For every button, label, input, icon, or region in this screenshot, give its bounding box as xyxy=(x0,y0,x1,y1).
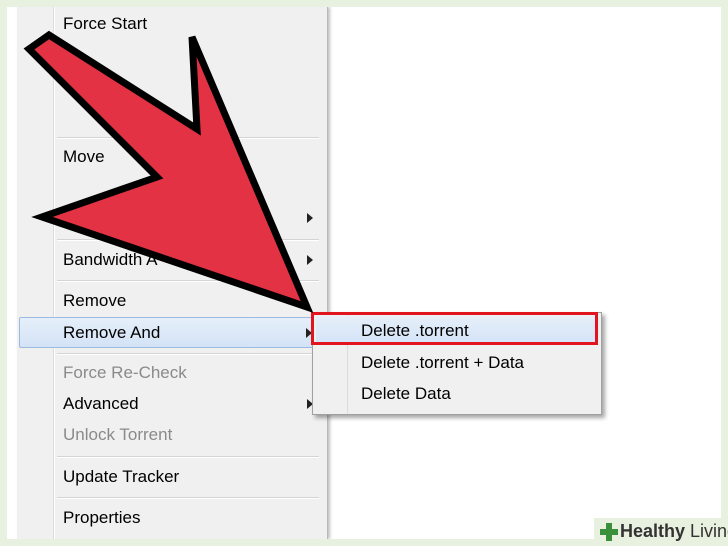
screenshot-frame: Force Start Move Bandwidth A Remove Remo… xyxy=(7,7,721,539)
watermark-brand-rest: Living xyxy=(690,521,728,541)
plus-icon xyxy=(600,523,618,541)
watermark-brand-bold: Healthy xyxy=(620,521,686,541)
watermark-logo: Healthy Living xyxy=(594,518,728,546)
pointer-arrow-icon xyxy=(23,30,314,313)
watermark-text: Healthy Living xyxy=(620,521,728,542)
